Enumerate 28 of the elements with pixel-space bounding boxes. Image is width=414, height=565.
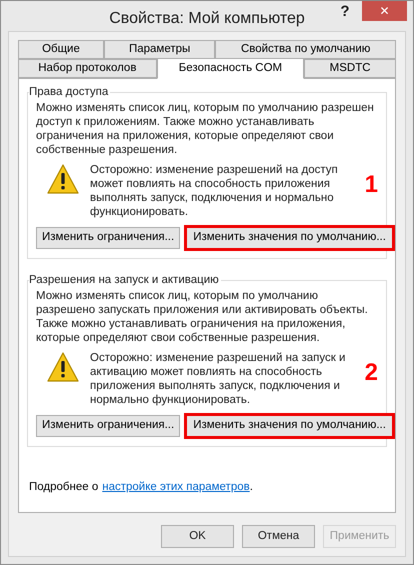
tab[interactable]: Безопасность COM <box>156 58 304 79</box>
dialog-button[interactable]: OK <box>161 525 234 548</box>
dialog-button[interactable]: Отмена <box>242 525 315 548</box>
warning-icon <box>46 163 80 195</box>
close-button[interactable]: ✕ <box>362 1 408 21</box>
window-title: Свойства: Мой компьютер <box>109 9 305 29</box>
tab[interactable]: Общие <box>18 40 104 59</box>
footer-period: . <box>250 480 253 495</box>
tab[interactable]: Свойства по умолчанию <box>215 40 396 59</box>
help-button[interactable]: ? <box>332 1 358 21</box>
group-description: Можно изменять список лиц, которым по умолчанию разрешен доступ к приложениям. Также можно устанавливать ограничения на приложения, которые определяют свои собственные разрешения. <box>36 101 375 157</box>
tab[interactable]: MSDTC <box>304 59 396 78</box>
footer-text: Подробнее о <box>29 480 98 495</box>
action-button[interactable]: Изменить значения по умолчанию... <box>184 413 395 439</box>
group-title: Разрешения на запуск и активацию <box>29 273 221 287</box>
warning-text: Осторожно: изменение разрешений на доступ может повлиять на способность приложения выполнять запуск, подключения и нормально функционировать. <box>90 163 339 219</box>
group-description: Можно изменять список лиц, которым по умолчанию разрешено запускать приложения или активировать объекты. Также можно устанавливать ограничения на приложения, которые определяют свои собственные разрешения. <box>36 289 369 345</box>
action-button[interactable]: Изменить ограничения... <box>36 227 180 249</box>
warning-icon <box>46 351 80 383</box>
action-button[interactable]: Изменить значения по умолчанию... <box>184 225 395 251</box>
settings-link[interactable]: настройке этих параметров <box>102 478 250 496</box>
annotation-number: 2 <box>364 361 378 385</box>
action-button[interactable]: Изменить ограничения... <box>36 415 180 437</box>
annotation-number: 1 <box>364 173 378 197</box>
tab[interactable]: Параметры <box>104 40 216 59</box>
warning-text: Осторожно: изменение разрешений на запуск и активацию может повлиять на способность приложения выполнять запуск, подключения и нормально функционировать. <box>90 351 346 407</box>
group-title: Права доступа <box>29 85 110 99</box>
tab[interactable]: Набор протоколов <box>18 59 157 78</box>
